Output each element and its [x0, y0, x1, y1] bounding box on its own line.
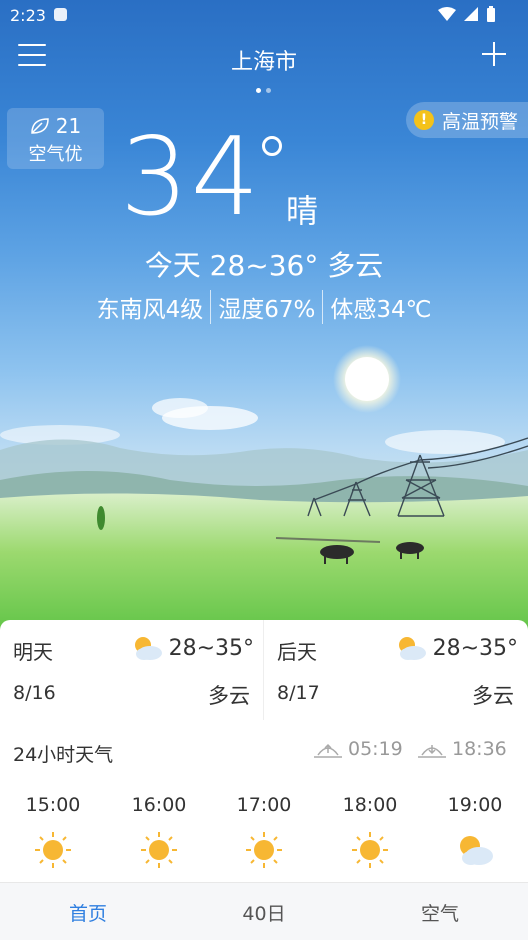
hour-item: 19:00 [422, 794, 528, 870]
hour-time: 18:00 [342, 794, 398, 816]
feels-like-info: 体感34℃ [322, 290, 438, 324]
sun-icon [352, 832, 388, 868]
weather-details: 东南风4级 湿度67% 体感34℃ [0, 290, 528, 324]
signal-icon [464, 7, 478, 21]
page-dot [266, 88, 271, 93]
current-temperature: 34 [120, 115, 262, 240]
forecast-range: 28~35° [168, 636, 254, 661]
wind-info: 东南风4级 [96, 297, 204, 323]
forecast-day: 后天 [277, 640, 317, 664]
status-bar: 2:23 [0, 0, 528, 30]
forecast-day: 明天 [13, 640, 53, 664]
sun-icon [35, 832, 71, 868]
warning-icon: ! [413, 110, 434, 130]
hour-time: 15:00 [25, 794, 81, 816]
hour-item: 17:00 [211, 794, 317, 870]
heat-warning-button[interactable]: ! 高温预警 [405, 102, 528, 138]
partly-cloudy-icon [399, 637, 426, 660]
hourly-title: 24小时天气 [13, 744, 114, 766]
forecast-date: 8/16 [13, 682, 56, 704]
forecast-tomorrow[interactable]: 明天 28~35° 8/16 多云 [0, 620, 264, 722]
forecast-condition: 多云 [208, 684, 250, 708]
current-condition: 晴 [286, 192, 319, 230]
hourly-forecast[interactable]: 15:00 16:00 17:00 18:00 19:00 [0, 778, 528, 882]
tab-40-day[interactable]: 40日 [176, 899, 352, 926]
tab-air[interactable]: 空气 [352, 899, 528, 926]
partly-cloudy-icon [135, 637, 162, 660]
page-indicator [256, 88, 271, 93]
forecast-day-after[interactable]: 后天 28~35° 8/17 多云 [264, 620, 528, 722]
aqi-badge[interactable]: 21 空气优 [7, 108, 104, 169]
sunrise-icon [314, 743, 342, 758]
tab-home[interactable]: 首页 [0, 899, 176, 926]
forecast-condition: 多云 [472, 684, 514, 708]
sun-icon [141, 832, 177, 868]
sunset-time: 18:36 [452, 738, 507, 760]
forecast-range: 28~35° [432, 636, 518, 661]
aqi-label: 空气优 [28, 144, 83, 165]
sunset-info: 18:36 [418, 738, 507, 760]
sunrise-info: 05:19 [314, 738, 403, 760]
hour-item: 16:00 [106, 794, 212, 870]
degree-symbol [262, 136, 282, 156]
today-summary: 今天 28~36° 多云 [144, 249, 384, 282]
daily-forecast-card: 明天 28~35° 8/16 多云 后天 28~35° 8/17 多云 [0, 620, 528, 722]
hour-item: 18:00 [317, 794, 423, 870]
page-dot-active [256, 88, 261, 93]
warning-label: 高温预警 [441, 110, 518, 133]
city-title[interactable]: 上海市 [0, 44, 528, 76]
sunset-icon [418, 745, 446, 758]
status-icons [438, 6, 496, 22]
partly-cloudy-icon [460, 836, 493, 865]
forecast-date: 8/17 [277, 682, 320, 704]
landscape-illustration [0, 345, 528, 640]
sun-icon [246, 832, 282, 868]
bottom-tab-bar: 首页 40日 空气 [0, 882, 528, 940]
hour-time: 17:00 [236, 794, 292, 816]
humidity-info: 湿度67% [210, 290, 322, 324]
add-city-button[interactable] [480, 40, 508, 68]
hour-time: 19:00 [447, 794, 503, 816]
hourly-header: 24小时天气 05:19 18:36 [0, 722, 528, 778]
leaf-icon [31, 118, 49, 134]
battery-icon [487, 6, 495, 22]
hour-time: 16:00 [131, 794, 187, 816]
status-time: 2:23 [10, 6, 46, 25]
hour-item: 15:00 [0, 794, 106, 870]
aqi-value: 21 [55, 114, 82, 138]
sunrise-time: 05:19 [348, 738, 403, 760]
notification-icon [54, 8, 67, 21]
app-header: 上海市 [0, 30, 528, 86]
wifi-icon [438, 7, 456, 21]
